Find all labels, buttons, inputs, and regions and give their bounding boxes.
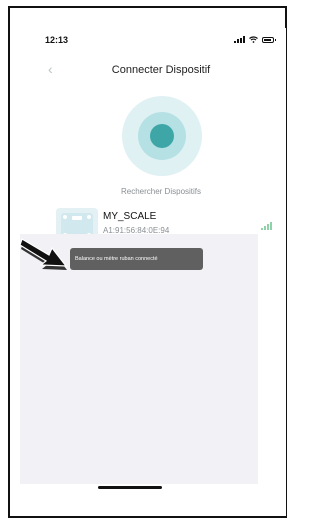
pointer-arrow-icon: [20, 238, 68, 270]
battery-icon: [262, 36, 276, 43]
page-title: Connecter Dispositif: [111, 64, 211, 76]
phone-screenshot-frame: 12:13 ‹ Connecter Dispositif Rechercher …: [8, 6, 287, 518]
signal-strength-icon: [261, 222, 272, 230]
status-bar: 12:13: [36, 28, 286, 50]
search-status-label: Rechercher Dispositifs: [120, 187, 202, 196]
status-icons: [234, 36, 276, 43]
cellular-signal-icon: [234, 36, 245, 43]
wifi-icon: [249, 36, 258, 43]
radar-scan-icon: [122, 96, 202, 176]
toast-message: Balance ou mètre ruban connecté: [70, 248, 203, 270]
navigation-bar: ‹ Connecter Dispositif: [36, 60, 286, 82]
device-name: MY_SCALE: [103, 211, 157, 222]
status-time: 12:13: [45, 35, 69, 45]
home-indicator[interactable]: [98, 486, 162, 489]
